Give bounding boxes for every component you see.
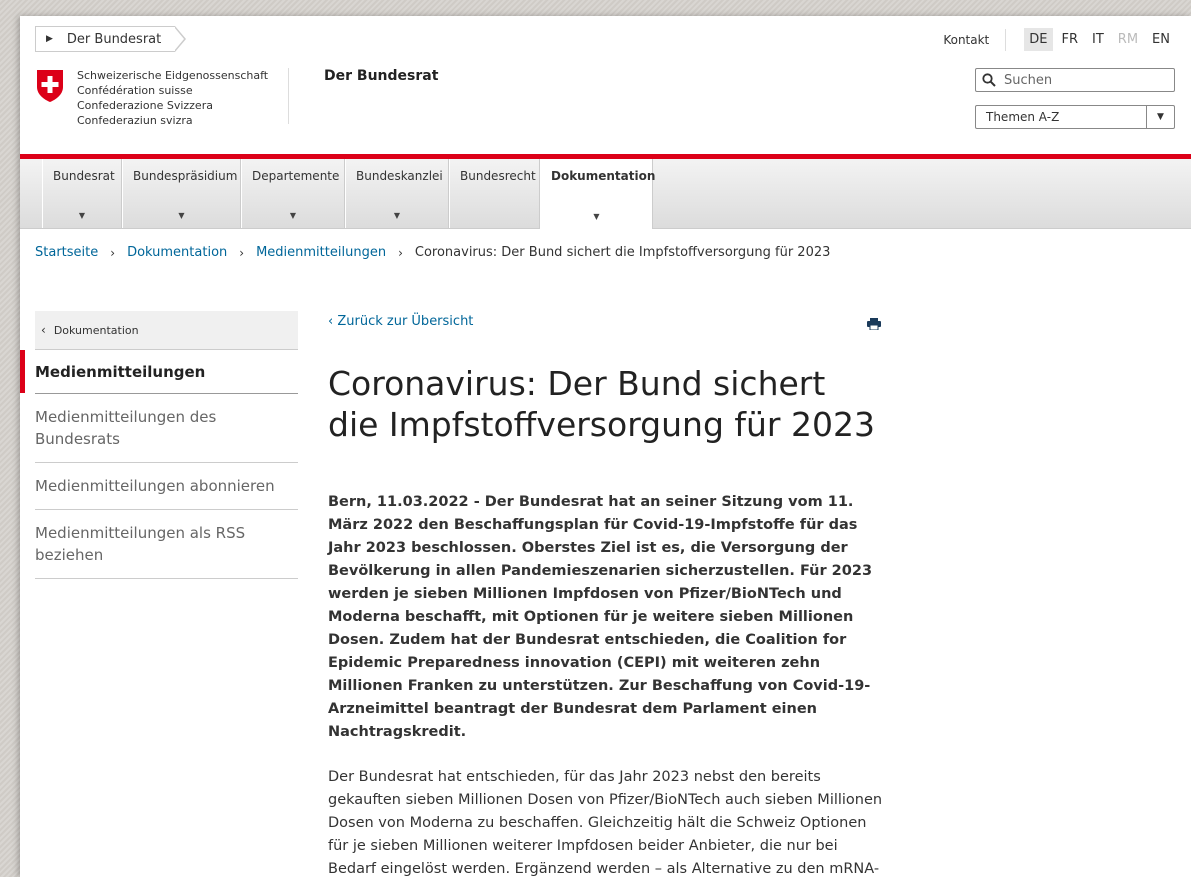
breadcrumb-medienmitteilungen[interactable]: Medienmitteilungen	[256, 245, 386, 260]
swiss-shield-icon	[37, 70, 63, 102]
logo-line-it: Confederazione Svizzera	[77, 99, 213, 112]
lang-rm: RM	[1117, 32, 1139, 47]
nav-item-departemente[interactable]: Departemente ▼	[241, 159, 345, 228]
logo-line-fr: Confédération suisse	[77, 84, 193, 97]
nav-item-label: Bundesrat	[53, 169, 115, 183]
search-icon	[982, 73, 996, 87]
nav-item-bundeskanzlei[interactable]: Bundeskanzlei ▼	[345, 159, 449, 228]
print-icon[interactable]	[867, 318, 881, 330]
lang-it[interactable]: IT	[1087, 28, 1109, 51]
back-to-overview-link[interactable]: ‹ Zurück zur Übersicht	[328, 314, 883, 329]
topnav-divider	[1005, 28, 1007, 51]
chevron-down-icon[interactable]: ▼	[1146, 106, 1174, 128]
chevron-right-icon: ›	[110, 245, 116, 260]
nav-item-bundespraesidium[interactable]: Bundespräsidium ▼	[122, 159, 241, 228]
logo-divider	[288, 68, 289, 124]
top-breadcrumb-label: Der Bundesrat	[66, 31, 162, 47]
caret-down-icon: ▼	[78, 211, 86, 220]
sidebar-item-rss[interactable]: Medienmitteilungen als RSS beziehen	[35, 510, 298, 579]
nav-item-label: Bundeskanzlei	[356, 169, 443, 183]
nav-item-bundesrat[interactable]: Bundesrat ▼	[42, 159, 122, 228]
article-body: Der Bundesrat hat entschieden, für das J…	[328, 769, 883, 877]
sidebar-item-bundesrats[interactable]: Medienmitteilungen des Bundesrats	[35, 394, 298, 463]
chevron-right-icon: ›	[398, 245, 403, 260]
sidebar-item-abonnieren[interactable]: Medienmitteilungen abonnieren	[35, 463, 298, 510]
chevron-left-icon: ‹	[41, 323, 46, 337]
lang-fr[interactable]: FR	[1057, 28, 1084, 51]
logo-line-de: Schweizerische Eidgenossenschaft	[77, 69, 269, 82]
lang-en[interactable]: EN	[1147, 28, 1175, 51]
sidebar-item-medienmitteilungen[interactable]: Medienmitteilungen	[20, 350, 298, 394]
caret-right-icon: ▶	[46, 34, 53, 44]
breadcrumb-dokumentation[interactable]: Dokumentation	[127, 245, 227, 260]
top-navigation: Kontakt DE FR IT RM EN	[943, 28, 1175, 51]
themes-select[interactable]: Themen A-Z ▼	[975, 105, 1175, 129]
nav-item-label: Bundesrecht	[460, 169, 536, 183]
federal-logo[interactable]: Schweizerische Eidgenossenschaft Confédé…	[35, 68, 268, 128]
article-title: Coronavirus: Der Bund sichert die Impfst…	[328, 364, 875, 444]
nav-item-bundesrecht[interactable]: Bundesrecht	[449, 159, 540, 228]
caret-down-icon: ▼	[393, 211, 401, 220]
sidebar: ‹ Dokumentation Medienmitteilungen Medie…	[20, 311, 298, 579]
breadcrumb-current: Coronavirus: Der Bund sichert die Impfst…	[414, 245, 831, 260]
search-placeholder: Suchen	[1004, 72, 1053, 88]
caret-down-icon: ▼	[178, 211, 185, 220]
top-breadcrumb[interactable]: ▶ Der Bundesrat	[35, 26, 187, 52]
sidebar-back-label: Dokumentation	[53, 323, 139, 337]
article: ‹ Zurück zur Übersicht Coronavirus: Der …	[328, 314, 883, 877]
caret-down-icon: ▼	[593, 212, 600, 221]
caret-down-icon: ▼	[289, 211, 297, 220]
nav-item-label: Bundespräsidium	[133, 169, 238, 183]
back-link-label: Zurück zur Übersicht	[337, 314, 474, 329]
sidebar-back-button[interactable]: ‹ Dokumentation	[35, 311, 298, 350]
article-lead: Bern, 11.03.2022 - Der Bundesrat hat an …	[328, 494, 873, 740]
chevron-left-icon: ‹	[328, 314, 338, 329]
chevron-right-icon: ›	[239, 245, 245, 260]
nav-item-label: Dokumentation	[551, 169, 656, 183]
nav-item-label: Departemente	[252, 169, 340, 183]
lang-de[interactable]: DE	[1024, 28, 1053, 51]
breadcrumb-arrow-shape	[174, 26, 187, 52]
breadcrumb-startseite[interactable]: Startseite	[35, 245, 98, 260]
top-breadcrumb-box[interactable]: ▶ Der Bundesrat	[35, 26, 176, 52]
nav-item-dokumentation[interactable]: Dokumentation ▼	[540, 159, 656, 229]
breadcrumb: Startseite › Dokumentation › Medienmitte…	[35, 245, 830, 260]
themes-select-value: Themen A-Z	[986, 110, 1060, 124]
main-navigation: Bundesrat ▼ Bundespräsidium ▼ Departemen…	[20, 159, 1191, 229]
site-title[interactable]: Der Bundesrat	[324, 68, 438, 84]
kontakt-link[interactable]: Kontakt	[943, 33, 989, 47]
browser-page: ▶ Der Bundesrat Kontakt DE FR IT RM EN S…	[20, 16, 1191, 877]
logo-line-rm: Confederaziun svizra	[77, 114, 193, 127]
search-input[interactable]: Suchen	[975, 68, 1175, 92]
